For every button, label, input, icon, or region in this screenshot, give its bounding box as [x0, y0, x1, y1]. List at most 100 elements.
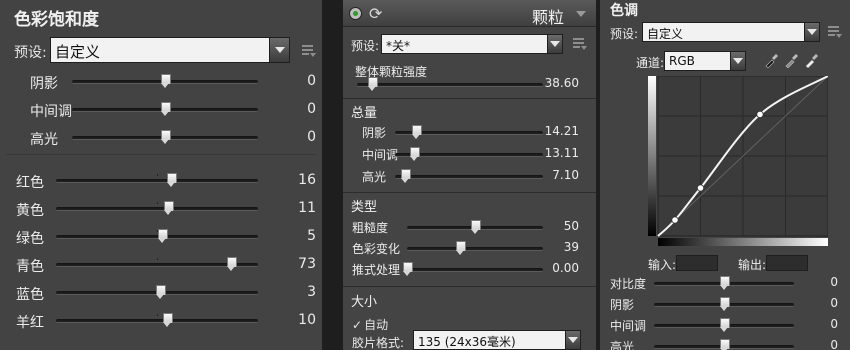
- slider-track[interactable]: [654, 339, 794, 350]
- slider-thumb[interactable]: [410, 147, 421, 161]
- chevron-down-icon[interactable]: [730, 52, 745, 70]
- slider-thumb[interactable]: [226, 257, 237, 271]
- slider-value: 13.11: [544, 146, 579, 160]
- slider-label: 中间调: [610, 319, 647, 333]
- slider-thumb[interactable]: [471, 220, 481, 234]
- slider-thumb[interactable]: [367, 77, 378, 91]
- section-title-amount: 总量: [351, 106, 378, 121]
- slider-thumb[interactable]: [164, 201, 175, 215]
- slider-track[interactable]: [56, 313, 258, 327]
- divider: [343, 192, 596, 193]
- slider-thumb[interactable]: [403, 262, 413, 276]
- slider-value: 0: [830, 317, 838, 331]
- input-label: 输入:: [648, 258, 677, 272]
- slider-track[interactable]: [395, 147, 543, 161]
- slider-track[interactable]: [654, 297, 794, 311]
- slider-label: 中间调: [30, 104, 72, 120]
- output-field[interactable]: [766, 255, 808, 271]
- slider-thumb[interactable]: [163, 313, 174, 327]
- slider-thumb[interactable]: [161, 102, 171, 116]
- slider-label: 阴影: [362, 126, 387, 140]
- slider-thumb[interactable]: [158, 229, 169, 243]
- film-format-value: 135 (24x36毫米): [418, 335, 516, 349]
- slider-thumb[interactable]: [720, 297, 730, 311]
- slider-label: 蓝色: [16, 287, 44, 303]
- slider-value: 0: [830, 275, 838, 289]
- hue-saturation-panel: 色彩饱和度 预设: 自定义 阴影 0 中间调 0 高光 0 红色 16 黄色 11 绿色 5 青色 73…: [0, 0, 322, 350]
- power-toggle-icon[interactable]: [349, 7, 362, 20]
- preset-dropdown[interactable]: 自定义: [642, 22, 820, 42]
- slider-center-tick: [157, 258, 158, 260]
- slider-value: 0.00: [552, 261, 579, 275]
- slider-value: 3: [307, 284, 316, 300]
- slider-track[interactable]: [56, 229, 258, 243]
- panel-menu-icon[interactable]: [828, 26, 842, 38]
- slider-thumb[interactable]: [411, 125, 422, 139]
- slider-track[interactable]: [395, 169, 543, 183]
- black-point-eyedropper-icon[interactable]: [764, 54, 778, 68]
- slider-track[interactable]: [654, 318, 794, 332]
- slider-value: 38.60: [544, 76, 579, 90]
- slider-thumb[interactable]: [720, 276, 730, 290]
- slider-label: 红色: [16, 175, 44, 191]
- slider-track[interactable]: [407, 241, 543, 255]
- slider-track[interactable]: [56, 201, 258, 215]
- slider-track[interactable]: [72, 102, 258, 116]
- tone-curve-graph[interactable]: [648, 76, 828, 246]
- slider-track[interactable]: [395, 125, 543, 139]
- chevron-down-icon[interactable]: [565, 331, 580, 349]
- slider-label: 高光: [610, 340, 635, 350]
- reset-icon[interactable]: ⟳: [369, 4, 382, 23]
- panel-menu-icon[interactable]: [573, 38, 587, 50]
- input-gradient-bar: [658, 238, 828, 246]
- chevron-down-icon[interactable]: [804, 23, 819, 41]
- output-gradient-bar: [648, 76, 656, 236]
- preset-label: 预设:: [351, 39, 380, 53]
- collapse-chevron-icon[interactable]: [576, 11, 586, 17]
- output-label: 输出:: [738, 258, 767, 272]
- slider-track[interactable]: [56, 173, 258, 187]
- panel-title: 色彩饱和度: [14, 10, 99, 30]
- slider-thumb[interactable]: [167, 173, 178, 187]
- input-field[interactable]: [676, 255, 718, 271]
- slider-value: 7.10: [552, 168, 579, 182]
- slider-label: 阴影: [30, 76, 58, 92]
- slider-thumb[interactable]: [161, 130, 171, 144]
- slider-track[interactable]: [357, 77, 543, 91]
- slider-thumb[interactable]: [161, 74, 171, 88]
- preset-dropdown[interactable]: 自定义: [50, 37, 290, 63]
- gray-point-eyedropper-icon[interactable]: [784, 54, 798, 68]
- slider-thumb[interactable]: [720, 339, 730, 350]
- auto-checkbox[interactable]: ✓ 自动: [352, 316, 388, 333]
- white-point-eyedropper-icon[interactable]: [804, 54, 818, 68]
- slider-label: 青色: [16, 259, 44, 275]
- slider-track[interactable]: [72, 130, 258, 144]
- slider-center-tick: [157, 202, 158, 204]
- preset-label: 预设:: [14, 45, 47, 61]
- slider-thumb[interactable]: [156, 285, 167, 299]
- curve-control-point: [696, 184, 705, 192]
- divider: [6, 154, 316, 155]
- slider-thumb[interactable]: [456, 241, 467, 255]
- slider-label: 黄色: [16, 203, 44, 219]
- panel-menu-icon[interactable]: [302, 45, 316, 57]
- slider-value: 0: [307, 129, 316, 145]
- film-format-label: 胶片格式:: [352, 336, 405, 350]
- slider-thumb[interactable]: [401, 169, 412, 183]
- preset-dropdown[interactable]: *关*: [381, 34, 563, 54]
- slider-value: 0: [307, 73, 316, 89]
- slider-track[interactable]: [654, 276, 794, 290]
- slider-track[interactable]: [56, 285, 258, 299]
- channel-dropdown[interactable]: RGB: [664, 51, 746, 71]
- slider-track[interactable]: [407, 220, 543, 234]
- slider-track[interactable]: [403, 262, 543, 276]
- panel-gap: [322, 0, 343, 350]
- slider-track[interactable]: [56, 257, 258, 271]
- chevron-down-icon[interactable]: [269, 38, 289, 62]
- chevron-down-icon[interactable]: [547, 35, 562, 53]
- slider-thumb[interactable]: [720, 318, 730, 332]
- slider-label: 高光: [362, 170, 387, 184]
- film-format-dropdown[interactable]: 135 (24x36毫米): [413, 330, 581, 350]
- slider-track[interactable]: [72, 74, 258, 88]
- section-title-size: 大小: [351, 295, 378, 310]
